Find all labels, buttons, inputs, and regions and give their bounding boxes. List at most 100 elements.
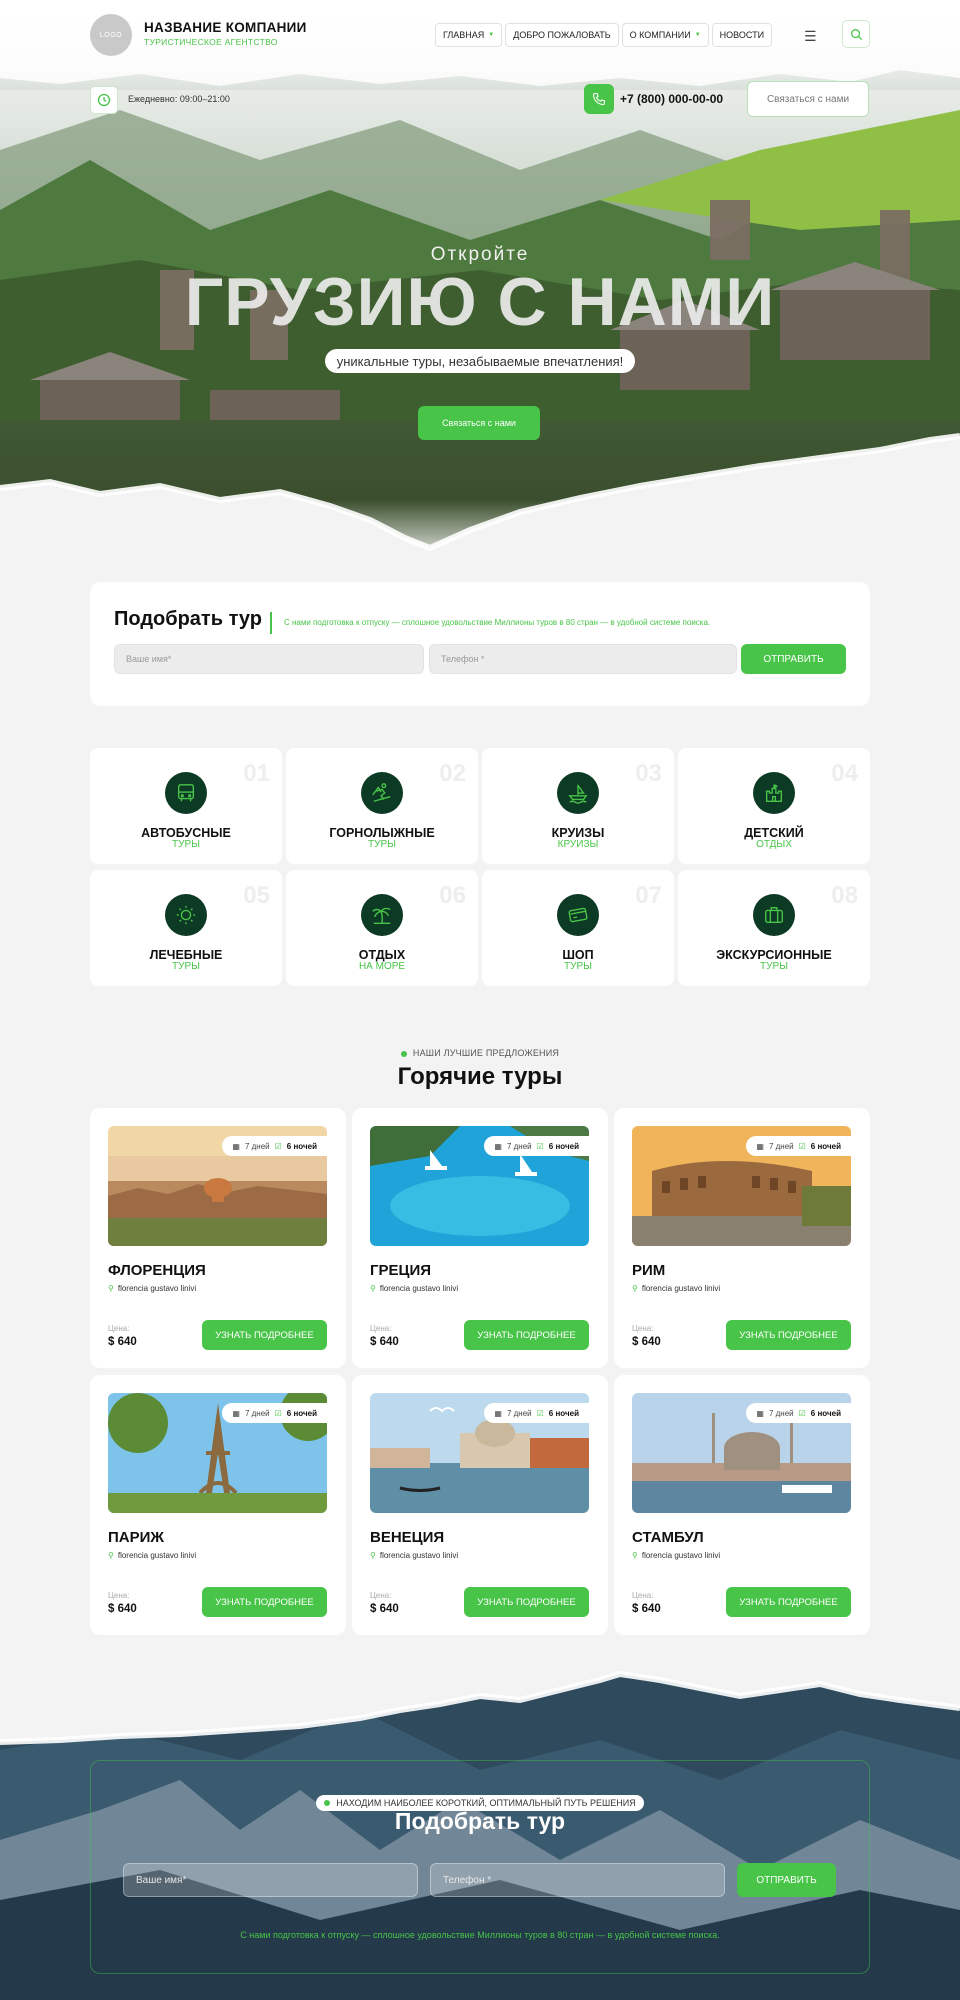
nights-label: 6 ночей [548,1408,579,1418]
price-label: Цена: [370,1591,392,1600]
tour-card-paris[interactable]: ▦ 7 дней ☑ 6 ночей ПАРИЖ ⚲ florencia gustavo… [90,1375,346,1635]
submit-button[interactable]: ОТПРАВИТЬ [741,644,846,674]
bottom-phone-input[interactable]: Телефон * [430,1863,725,1897]
price-label: Цена: [108,1324,130,1333]
phone-icon[interactable] [584,84,614,114]
category-medical[interactable]: 05 ЛЕЧЕБНЫЕ ТУРЫ [90,870,282,986]
hero-contact-button[interactable]: Связаться с нами [418,406,540,440]
location-label: florencia gustavo linivi [379,1551,459,1560]
sun-icon [165,894,207,936]
bus-icon [165,772,207,814]
check-icon: ☑ [798,1408,806,1418]
category-number: 05 [243,882,270,909]
hero-title: Грузию с нами [184,264,776,340]
bottom-submit-button[interactable]: ОТПРАВИТЬ [737,1863,836,1897]
details-button[interactable]: УЗНАТЬ ПОДРОБНЕЕ [202,1587,327,1617]
nights-label: 6 ночей [286,1141,317,1151]
tour-card-rome[interactable]: ▦ 7 дней ☑ 6 ночей РИМ ⚲ florencia gustavo l… [614,1108,870,1368]
nav-item-welcome[interactable]: ДОБРО ПОЖАЛОВАТЬ [505,23,619,47]
bottom-form-description: С нами подготовка к отпуску — сплошное у… [240,1930,720,1940]
tour-price: $ 640 [108,1603,137,1615]
tour-name: СТАМБУЛ [632,1529,704,1546]
nav-item-label: НОВОСТИ [719,30,765,40]
location-label: florencia gustavo linivi [117,1551,197,1560]
details-button[interactable]: УЗНАТЬ ПОДРОБНЕЕ [726,1320,851,1350]
category-subtitle: НА МОРЕ [358,961,406,972]
form-title: Подобрать тур [114,608,262,630]
details-button[interactable]: УЗНАТЬ ПОДРОБНЕЕ [202,1320,327,1350]
tour-image: ▦ 7 дней ☑ 6 ночей [108,1393,327,1513]
category-title: ШОП [562,948,594,962]
category-ski[interactable]: 02 ГОРНОЛЫЖНЫЕ ТУРЫ [286,748,478,864]
calendar-icon: ▦ [494,1408,502,1418]
tour-card-venice[interactable]: ▦ 7 дней ☑ 6 ночей ВЕНЕЦИЯ ⚲ florencia gusta… [352,1375,608,1635]
tour-location: ⚲ florencia gustavo linivi [632,1551,720,1560]
tour-image: ▦ 7 дней ☑ 6 ночей [108,1126,327,1246]
check-icon: ☑ [536,1141,544,1151]
tour-request-form: Подобрать тур С нами подготовка к отпуск… [90,582,870,706]
tour-card-florence[interactable]: ▦ 7 дней ☑ 6 ночей ФЛОРЕНЦИЯ ⚲ florencia gus… [90,1108,346,1368]
days-label: 7 дней [768,1141,794,1151]
contact-us-button[interactable]: Связаться с нами [747,81,869,117]
logo[interactable]: LOGO [90,14,132,56]
tour-location: ⚲ florencia gustavo linivi [370,1284,458,1293]
nav-item-about[interactable]: О КОМПАНИИ ▼ [621,23,709,47]
category-number: 08 [831,882,858,909]
tour-card-greece[interactable]: ▦ 7 дней ☑ 6 ночей ГРЕЦИЯ ⚲ florencia gustav… [352,1108,608,1368]
calendar-icon: ▦ [232,1408,240,1418]
phone-number[interactable]: +7 (800) 000-00-00 [620,92,723,106]
duration-badge: ▦ 7 дней ☑ 6 ночей [746,1403,851,1423]
name-input[interactable]: Ваше имя* [114,644,424,674]
category-title: ЭКСКУРСИОННЫЕ [716,948,832,962]
tour-price: $ 640 [370,1336,399,1348]
duration-badge: ▦ 7 дней ☑ 6 ночей [746,1136,851,1156]
phone-input[interactable]: Телефон * [429,644,737,674]
tour-name: ГРЕЦИЯ [370,1262,432,1279]
map-pin-icon: ⚲ [370,1284,376,1293]
nights-label: 6 ночей [810,1141,841,1151]
category-kids[interactable]: 04 ДЕТСКИЙ ОТДЫХ [678,748,870,864]
nav-item-home[interactable]: ГЛАВНАЯ ▼ [435,23,503,47]
bottom-form-title: Подобрать тур [394,1808,566,1834]
dot-icon [324,1800,331,1806]
category-cruise[interactable]: 03 КРУИЗЫ КРУИЗЫ [482,748,674,864]
tour-name: РИМ [632,1262,666,1279]
tour-card-istanbul[interactable]: ▦ 7 дней ☑ 6 ночей СТАМБУЛ ⚲ florencia gusta… [614,1375,870,1635]
suitcase-icon [753,894,795,936]
tour-location: ⚲ florencia gustavo linivi [370,1551,458,1560]
category-title: ОТДЫХ [358,948,406,962]
chevron-down-icon: ▼ [694,32,701,38]
hero-tagline: уникальные туры, незабываемые впечатлени… [325,349,635,373]
map-pin-icon: ⚲ [108,1551,114,1560]
days-label: 7 дней [244,1141,270,1151]
category-excursion[interactable]: 08 ЭКСКУРСИОННЫЕ ТУРЫ [678,870,870,986]
hamburger-icon[interactable]: ☰ [804,28,817,45]
category-subtitle: ТУРЫ [172,839,200,850]
days-label: 7 дней [506,1141,532,1151]
category-title: ДЕТСКИЙ [744,826,804,840]
nights-label: 6 ночей [548,1141,579,1151]
details-button[interactable]: УЗНАТЬ ПОДРОБНЕЕ [464,1587,589,1617]
details-button[interactable]: УЗНАТЬ ПОДРОБНЕЕ [726,1587,851,1617]
skier-icon [361,772,403,814]
category-title: КРУИЗЫ [551,826,605,840]
details-button[interactable]: УЗНАТЬ ПОДРОБНЕЕ [464,1320,589,1350]
tour-name: ВЕНЕЦИЯ [370,1529,445,1546]
category-shop[interactable]: 07 ШОП ТУРЫ [482,870,674,986]
check-icon: ☑ [536,1408,544,1418]
category-title: ЛЕЧЕБНЫЕ [149,948,223,962]
category-subtitle: ТУРЫ [760,961,788,972]
days-label: 7 дней [506,1408,532,1418]
nav-item-news[interactable]: НОВОСТИ [711,23,773,47]
bottom-name-input[interactable]: Ваше имя* [123,1863,418,1897]
category-sea[interactable]: 06 ОТДЫХ НА МОРЕ [286,870,478,986]
search-button[interactable] [842,20,870,48]
category-number: 03 [635,760,662,787]
category-bus[interactable]: 01 АВТОБУСНЫЕ ТУРЫ [90,748,282,864]
map-pin-icon: ⚲ [370,1551,376,1560]
contact-bar: Ежедневно: 09:00–21:00 +7 (800) 000-00-0… [90,81,870,118]
days-label: 7 дней [244,1408,270,1418]
check-icon: ☑ [798,1141,806,1151]
castle-icon [753,772,795,814]
category-subtitle: ТУРЫ [564,961,592,972]
